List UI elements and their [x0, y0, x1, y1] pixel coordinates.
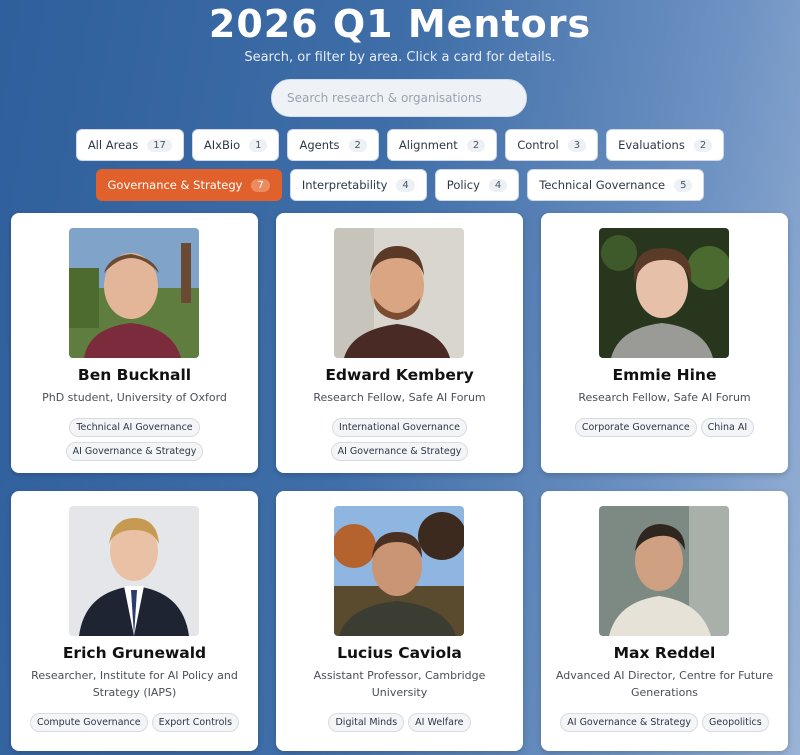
mentor-name: Ben Bucknall: [77, 366, 192, 384]
filter-label: Agents: [299, 138, 340, 152]
mentor-tag: Digital Minds: [328, 713, 405, 732]
filter-label: Governance & Strategy: [107, 178, 243, 192]
page-subtitle: Search, or filter by area. Click a card …: [244, 50, 556, 65]
mentor-name: Erich Grunewald: [62, 644, 207, 662]
filter-label: All Areas: [87, 138, 139, 152]
filter-count: 2: [348, 138, 367, 152]
mentor-name: Edward Kembery: [325, 366, 474, 384]
mentor-name: Max Reddel: [613, 644, 716, 662]
mentor-photo: [69, 506, 199, 636]
mentor-card[interactable]: Max Reddel Advanced AI Director, Centre …: [541, 491, 788, 751]
mentor-tags: Digital Minds AI Welfare: [284, 713, 515, 732]
mentor-role: Advanced AI Director, Centre for Future …: [555, 669, 774, 699]
filter-chip-technical-governance[interactable]: Technical Governance 5: [527, 169, 705, 201]
mentor-tag: AI Welfare: [408, 713, 471, 732]
filter-label: Policy: [446, 178, 480, 192]
mentor-tag: Geopolitics: [702, 713, 769, 732]
filter-label: Evaluations: [618, 138, 685, 152]
filter-chip-policy[interactable]: Policy 4: [434, 169, 520, 201]
filter-row-2: Governance & Strategy 7 Interpretability 4…: [0, 169, 800, 201]
filter-chip-agents[interactable]: Agents 2: [287, 129, 379, 161]
mentor-tags: AI Governance & Strategy Geopolitics: [549, 713, 780, 732]
filter-chip-evaluations[interactable]: Evaluations 2: [606, 129, 725, 161]
mentor-role: Researcher, Institute for AI Policy and …: [31, 669, 238, 699]
mentor-tag: Technical AI Governance: [69, 418, 200, 437]
mentor-tag: Export Controls: [151, 713, 240, 732]
filter-count: 5: [674, 178, 693, 192]
filter-label: Interpretability: [301, 178, 388, 192]
mentor-role: Assistant Professor, Cambridge Universit…: [313, 669, 486, 699]
mentor-tags: Corporate Governance China AI: [549, 418, 780, 437]
filter-label: Alignment: [398, 138, 458, 152]
mentor-tags: Compute Governance Export Controls: [19, 713, 250, 732]
filter-count: 2: [466, 138, 486, 152]
mentor-tag: International Governance: [332, 418, 467, 437]
search-placeholder: Search research & organisations: [287, 91, 482, 105]
mentor-tag: AI Governance & Strategy: [560, 713, 699, 732]
mentor-role: Research Fellow, Safe AI Forum: [578, 391, 751, 404]
mentor-card[interactable]: Emmie Hine Research Fellow, Safe AI Foru…: [541, 213, 788, 473]
filter-count: 4: [488, 178, 508, 192]
mentor-tags: Technical AI Governance AI Governance & …: [19, 418, 250, 461]
mentor-photo: [599, 228, 729, 358]
filter-chip-governance-strategy[interactable]: Governance & Strategy 7: [95, 169, 282, 201]
filter-count: 7: [251, 178, 270, 192]
mentor-card[interactable]: Lucius Caviola Assistant Professor, Camb…: [276, 491, 523, 751]
mentor-tag: China AI: [700, 418, 755, 437]
mentor-card[interactable]: Edward Kembery Research Fellow, Safe AI …: [276, 213, 523, 473]
search-input[interactable]: Search research & organisations: [271, 79, 527, 117]
mentor-name: Emmie Hine: [612, 366, 717, 384]
mentor-tags: International Governance AI Governance &…: [284, 418, 515, 461]
mentor-card[interactable]: Ben Bucknall PhD student, University of …: [11, 213, 258, 473]
filter-row-1: All Areas 17 AIxBio 1 Agents 2 Alignment 2 C…: [0, 129, 800, 161]
filter-count: 17: [147, 138, 172, 152]
filter-label: Technical Governance: [539, 178, 666, 192]
filter-label: Control: [517, 138, 559, 152]
filter-count: 2: [693, 138, 713, 152]
page-title: 2026 Q1 Mentors: [208, 2, 592, 46]
mentor-tag: AI Governance & Strategy: [65, 442, 204, 461]
mentor-photo: [334, 228, 464, 358]
mentor-tag: AI Governance & Strategy: [330, 442, 469, 461]
mentor-photo: [334, 506, 464, 636]
mentor-photo: [69, 228, 199, 358]
filter-chip-control[interactable]: Control 3: [505, 129, 599, 161]
mentor-card[interactable]: Erich Grunewald Researcher, Institute fo…: [11, 491, 258, 751]
filter-chip-all-areas[interactable]: All Areas 17: [75, 129, 184, 161]
filter-count: 1: [249, 138, 268, 152]
filter-label: AIxBio: [203, 138, 241, 152]
filter-count: 4: [396, 178, 415, 192]
filter-chip-aixbio[interactable]: AIxBio 1: [191, 129, 280, 161]
mentor-name: Lucius Caviola: [337, 644, 462, 662]
filter-chip-alignment[interactable]: Alignment 2: [386, 129, 498, 161]
mentor-role: Research Fellow, Safe AI Forum: [313, 391, 486, 404]
mentor-tag: Corporate Governance: [574, 418, 697, 437]
filter-count: 3: [567, 138, 587, 152]
filter-chip-interpretability[interactable]: Interpretability 4: [289, 169, 427, 201]
mentor-photo: [599, 506, 729, 636]
mentor-role: PhD student, University of Oxford: [42, 391, 227, 404]
mentor-tag: Compute Governance: [29, 713, 148, 732]
